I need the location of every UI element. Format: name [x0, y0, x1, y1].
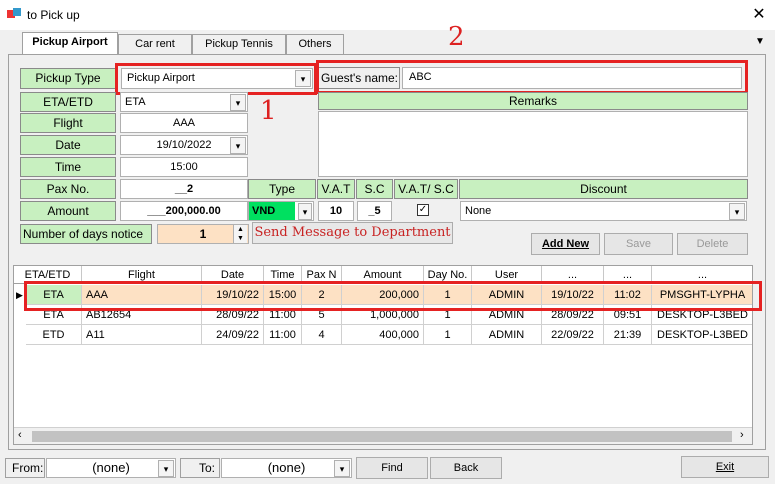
amount-input[interactable]: ___200,000.00: [120, 201, 248, 221]
send-message-button[interactable]: Send Message to Department: [252, 222, 453, 244]
grid-cell[interactable]: 4: [302, 325, 342, 345]
tab-pickup-airport[interactable]: Pickup Airport: [22, 32, 118, 54]
add-new-button[interactable]: Add New: [531, 233, 600, 255]
date-label: Date: [20, 135, 116, 155]
highlight-box-1: [115, 63, 317, 95]
back-button[interactable]: Back: [430, 457, 502, 479]
vat-sc-checkbox[interactable]: ✓: [417, 204, 429, 216]
find-button[interactable]: Find: [356, 457, 428, 479]
eta-etd-select[interactable]: ETA ▾: [120, 92, 248, 112]
highlight-box-3: [24, 281, 762, 311]
delete-button[interactable]: Delete: [677, 233, 748, 255]
date-picker[interactable]: 19/10/2022 ▾: [120, 135, 248, 155]
grid-cell[interactable]: ADMIN: [472, 325, 542, 345]
chevron-down-icon[interactable]: ▾: [158, 460, 174, 477]
pax-label: Pax No.: [20, 179, 116, 199]
horizontal-scrollbar[interactable]: ‹ ›: [14, 427, 752, 444]
scroll-left-icon[interactable]: ‹: [18, 429, 22, 441]
grid-cell[interactable]: 21:39: [604, 325, 652, 345]
days-notice-value: 1: [199, 227, 207, 241]
grid-cell[interactable]: 400,000: [342, 325, 424, 345]
pax-input[interactable]: __2: [120, 179, 248, 199]
chevron-down-icon[interactable]: ▾: [298, 203, 312, 220]
scrollbar-thumb[interactable]: [32, 431, 732, 442]
annotation-number-1: 1: [260, 96, 277, 126]
to-value: (none): [267, 460, 306, 475]
from-label: From:: [5, 458, 45, 478]
flight-input[interactable]: AAA: [120, 113, 248, 133]
grid-cell[interactable]: ETD: [26, 325, 82, 345]
vat-sc-label: V.A.T/ S.C: [394, 179, 458, 199]
amount-label: Amount: [20, 201, 116, 221]
sc-label: S.C: [356, 179, 393, 199]
scroll-right-icon[interactable]: ›: [740, 429, 744, 441]
row-pointer-icon: ▶: [16, 290, 23, 300]
time-input[interactable]: 15:00: [120, 157, 248, 177]
chevron-down-icon[interactable]: ▾: [230, 137, 246, 154]
currency-value: VND: [249, 202, 295, 220]
from-value: (none): [92, 460, 130, 475]
vat-label: V.A.T: [317, 179, 355, 199]
flight-label: Flight: [20, 113, 116, 133]
window-title: to Pick up: [27, 8, 80, 22]
discount-label: Discount: [459, 179, 748, 199]
close-icon[interactable]: ✕: [749, 4, 769, 24]
from-select[interactable]: (none) ▾: [46, 458, 176, 478]
date-value: 19/10/2022: [156, 139, 212, 151]
grid-cell[interactable]: A11: [82, 325, 202, 345]
remarks-label: Remarks: [318, 92, 748, 110]
grid-cell[interactable]: 1: [424, 325, 472, 345]
time-label: Time: [20, 157, 116, 177]
days-notice-input[interactable]: 1 ▲ ▼: [157, 224, 249, 244]
discount-value: None: [465, 205, 492, 217]
eta-etd-label: ETA/ETD: [20, 92, 116, 112]
tab-pickup-tennis[interactable]: Pickup Tennis: [192, 34, 286, 54]
grid-cell[interactable]: 24/09/22: [202, 325, 264, 345]
type-label: Type: [248, 179, 316, 199]
sc-input[interactable]: _5: [357, 201, 392, 221]
exit-button[interactable]: Exit: [681, 456, 769, 478]
discount-select[interactable]: None ▾: [460, 201, 747, 221]
chevron-down-icon[interactable]: ▾: [334, 460, 350, 477]
grid-cell[interactable]: 11:00: [264, 325, 302, 345]
currency-select[interactable]: VND ▾: [248, 201, 314, 221]
chevron-down-icon[interactable]: ▾: [729, 203, 745, 220]
app-icon: [7, 8, 21, 18]
days-notice-label: Number of days notice: [20, 224, 152, 244]
spinner-icon[interactable]: ▲ ▼: [233, 225, 247, 243]
save-button[interactable]: Save: [604, 233, 673, 255]
to-label: To:: [180, 458, 220, 478]
title-bar: to Pick up ✕: [0, 0, 775, 30]
pickup-type-label: Pickup Type: [20, 68, 116, 89]
remarks-textarea[interactable]: [318, 111, 748, 177]
eta-etd-value: ETA: [125, 96, 146, 108]
tab-menu-icon[interactable]: ▼: [755, 36, 765, 47]
highlight-box-2: [316, 60, 748, 94]
vat-input[interactable]: 10: [318, 201, 354, 221]
annotation-number-2: 2: [448, 22, 465, 52]
chevron-down-icon[interactable]: ▾: [230, 94, 246, 111]
grid-cell[interactable]: 22/09/22: [542, 325, 604, 345]
tab-others[interactable]: Others: [286, 34, 344, 54]
to-select[interactable]: (none) ▾: [221, 458, 352, 478]
tab-car-rent[interactable]: Car rent: [118, 34, 192, 54]
grid-cell[interactable]: DESKTOP-L3BED: [652, 325, 752, 345]
